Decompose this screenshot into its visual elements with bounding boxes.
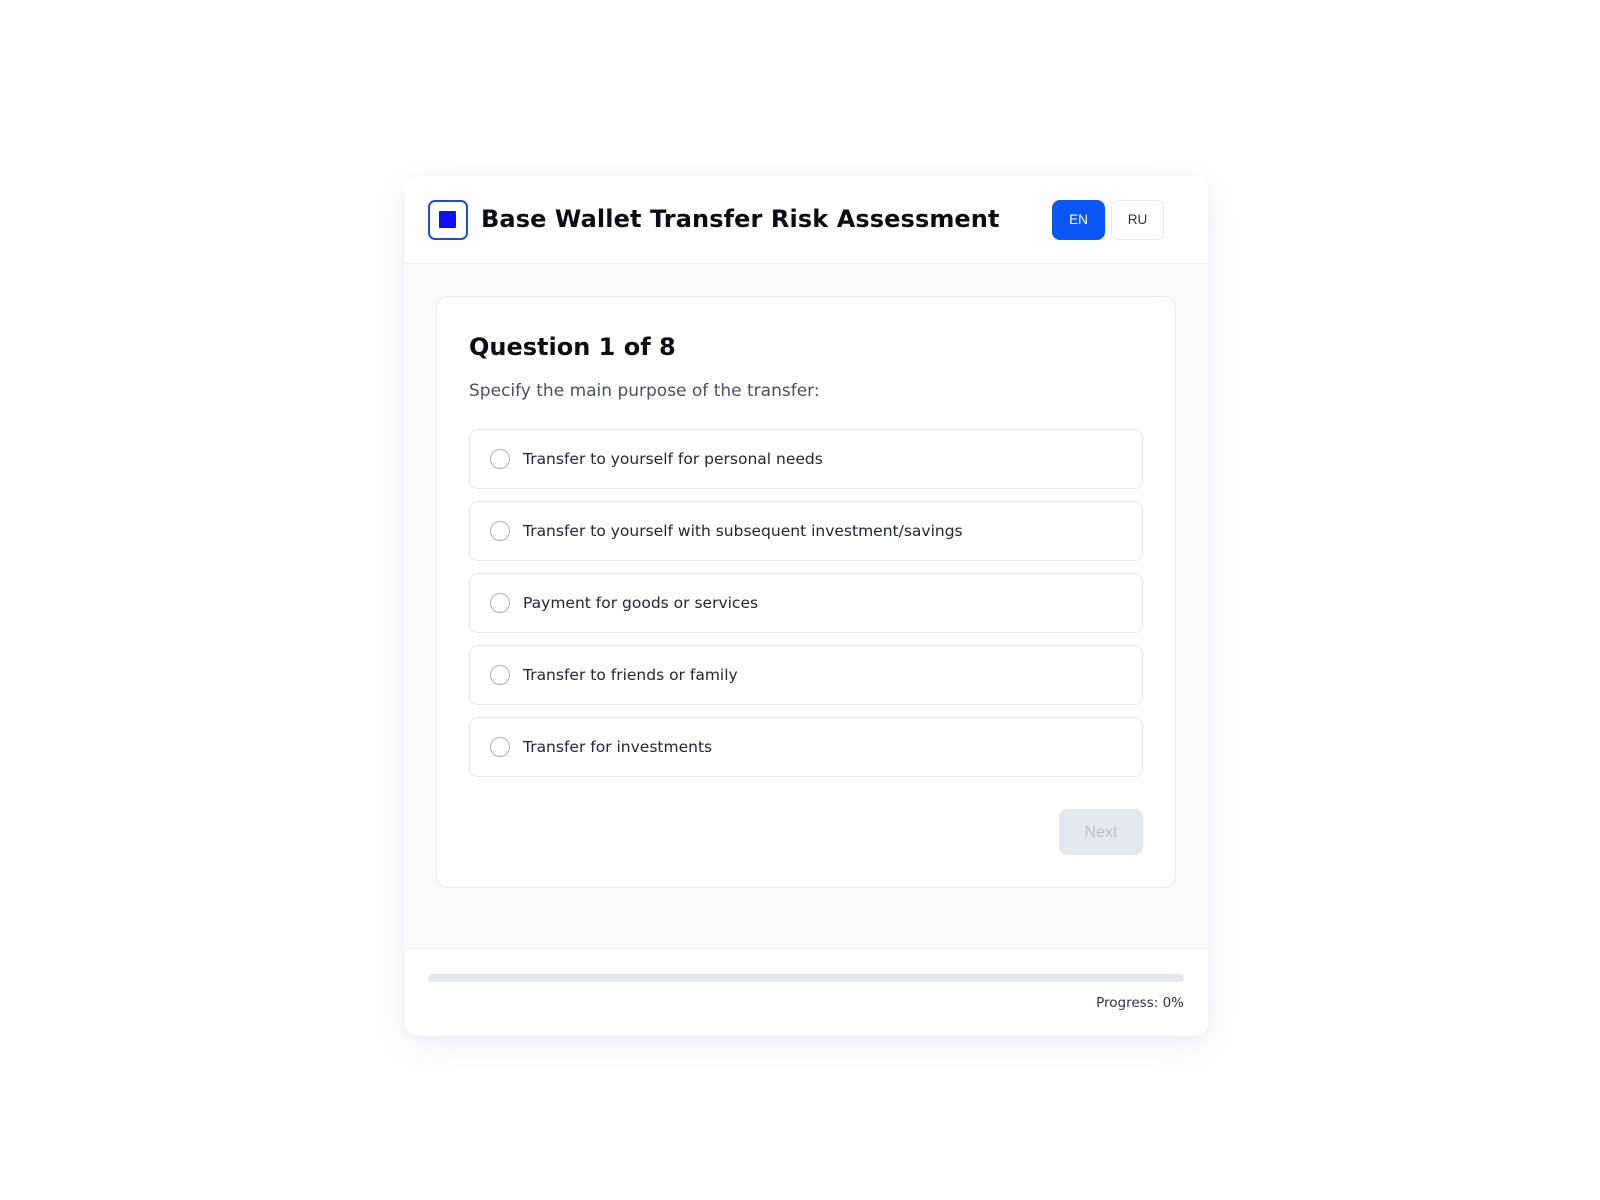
question-title: Question 1 of 8 bbox=[469, 333, 676, 361]
radio-circle-icon[interactable] bbox=[490, 449, 510, 469]
radio-circle-icon[interactable] bbox=[490, 593, 510, 613]
answer-option-label: Transfer to yourself with subsequent inv… bbox=[523, 522, 963, 540]
answer-option-investment-savings[interactable]: Transfer to yourself with subsequent inv… bbox=[469, 501, 1143, 561]
square-logo-icon bbox=[428, 200, 468, 240]
answer-option-label: Transfer for investments bbox=[523, 738, 713, 756]
answer-option-friends-family[interactable]: Transfer to friends or family bbox=[469, 645, 1143, 705]
page-title: Base Wallet Transfer Risk Assessment bbox=[481, 205, 1000, 233]
answer-options: Transfer to yourself for personal needs … bbox=[469, 429, 1143, 789]
question-text: Specify the main purpose of the transfer… bbox=[469, 381, 820, 401]
app-header: Base Wallet Transfer Risk Assessment EN … bbox=[404, 176, 1208, 264]
answer-option-investments[interactable]: Transfer for investments bbox=[469, 717, 1143, 777]
progress-footer: Progress: 0% bbox=[404, 948, 1208, 1036]
logo-square-fill bbox=[439, 211, 456, 228]
radio-circle-icon[interactable] bbox=[490, 521, 510, 541]
answer-option-goods-services[interactable]: Payment for goods or services bbox=[469, 573, 1143, 633]
radio-circle-icon[interactable] bbox=[490, 737, 510, 757]
next-button[interactable]: Next bbox=[1059, 809, 1143, 855]
answer-option-label: Transfer to yourself for personal needs bbox=[523, 450, 823, 468]
answer-option-label: Transfer to friends or family bbox=[523, 666, 738, 684]
answer-option-label: Payment for goods or services bbox=[523, 594, 759, 612]
progress-text: Progress: 0% bbox=[1096, 995, 1184, 1011]
assessment-app: Base Wallet Transfer Risk Assessment EN … bbox=[404, 176, 1208, 1036]
answer-option-personal-needs[interactable]: Transfer to yourself for personal needs bbox=[469, 429, 1143, 489]
language-button-en[interactable]: EN bbox=[1052, 200, 1105, 240]
radio-circle-icon[interactable] bbox=[490, 665, 510, 685]
language-button-ru[interactable]: RU bbox=[1111, 200, 1164, 240]
progress-bar bbox=[428, 974, 1184, 982]
question-card: Question 1 of 8 Specify the main purpose… bbox=[436, 296, 1176, 888]
